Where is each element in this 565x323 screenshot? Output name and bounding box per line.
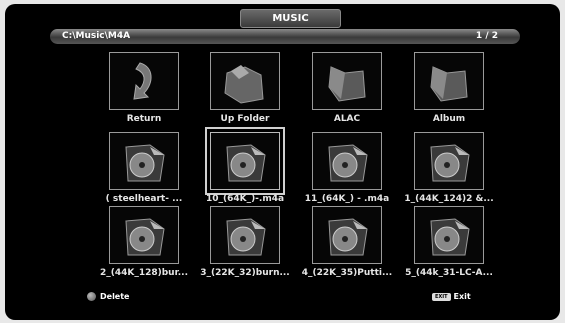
folder-icon [414,52,484,110]
grid-item[interactable]: Return [94,52,194,132]
grid-item-label: 1_(44K_124)2 &... [404,194,494,204]
page-title: MUSIC [240,9,341,28]
grid-item[interactable]: ( steelheart- ... [94,132,194,212]
grid-item-label: ( steelheart- ... [105,194,183,204]
page-indicator: 1 / 2 [475,31,498,41]
grid-item-label: 11_(64K_) - .m4a [304,194,390,204]
grid-item[interactable]: 3_(22K_32)burn... [195,206,295,286]
grid-item[interactable]: 11_(64K_) - .m4a [297,132,397,212]
grid-item-label: ALAC [333,114,361,124]
grid-item-label: 3_(22K_32)burn... [200,268,290,278]
path-bar: C:\Music\M4A 1 / 2 [50,29,520,44]
music-browser-screen: MUSIC C:\Music\M4A 1 / 2 Return Up Folder… [5,4,560,320]
grid-item[interactable]: 1_(44K_124)2 &... [399,132,499,212]
exit-label: Exit [453,292,471,301]
up-folder-icon [210,52,280,110]
grid-item[interactable]: 4_(22K_35)Putti... [297,206,397,286]
grid-item[interactable]: 5_(44k_31-LC-A... [399,206,499,286]
return-arrow-icon [109,52,179,110]
grid-item-label: 2_(44K_128)bur... [99,268,189,278]
exit-hint[interactable]: EXIT Exit [432,292,471,301]
grid-item-label: 10_(64K_)-.m4a [205,194,285,204]
music-file-icon [312,206,382,264]
music-file-icon [312,132,382,190]
folder-icon [312,52,382,110]
delete-button-icon [87,292,96,301]
current-path: C:\Music\M4A [62,31,131,41]
grid-item[interactable]: Album [399,52,499,132]
music-file-icon [210,206,280,264]
music-file-icon [109,132,179,190]
grid-item[interactable]: 2_(44K_128)bur... [94,206,194,286]
music-file-icon [109,206,179,264]
grid-item-label: 4_(22K_35)Putti... [301,268,393,278]
music-file-icon [414,206,484,264]
grid-item-label: Album [432,114,466,124]
music-file-icon [205,127,285,195]
grid-item[interactable]: Up Folder [195,52,295,132]
exit-key-icon: EXIT [432,292,451,301]
grid-item[interactable]: ALAC [297,52,397,132]
music-file-icon [414,132,484,190]
grid-item-label: 5_(44k_31-LC-A... [405,268,493,278]
grid-item-label: Up Folder [220,114,270,124]
delete-hint[interactable]: Delete [87,292,129,301]
grid-item[interactable]: 10_(64K_)-.m4a [195,127,295,212]
delete-label: Delete [100,292,130,301]
grid-item-label: Return [126,114,162,124]
